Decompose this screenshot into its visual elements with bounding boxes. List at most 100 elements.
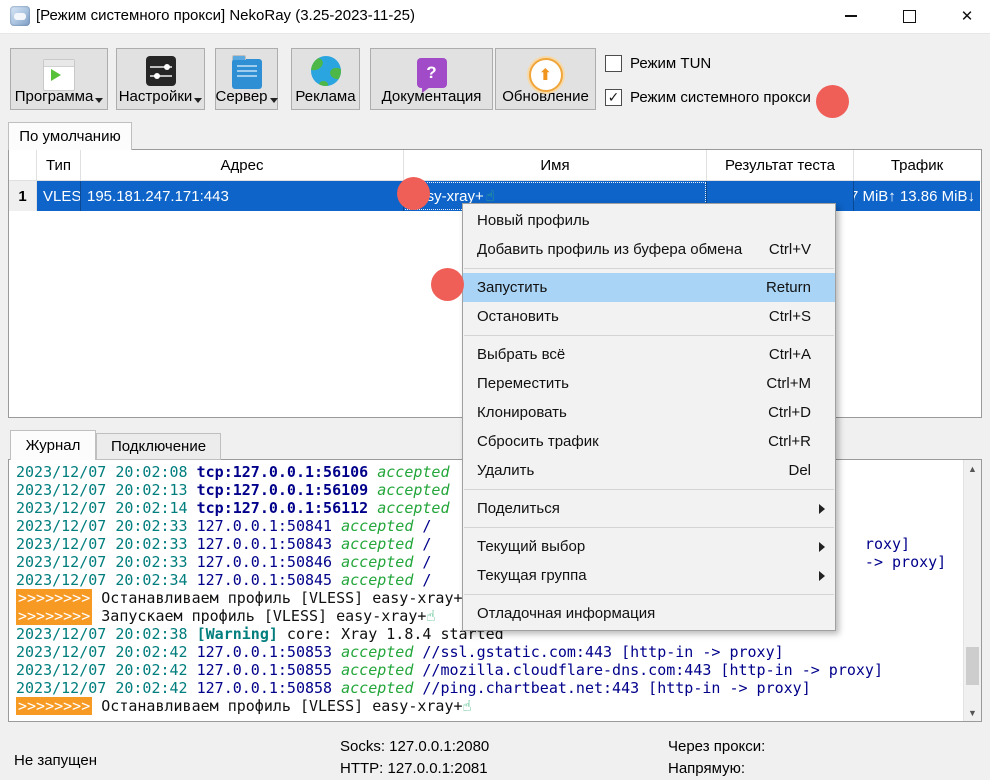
window-minimize-button[interactable] <box>828 0 874 32</box>
col-address[interactable]: Адрес <box>81 150 404 181</box>
log-segment-url: / <box>413 535 431 553</box>
menu-item[interactable]: Добавить профиль из буфера обменаCtrl+V <box>463 235 835 264</box>
help-bubble-icon: ? <box>417 58 447 88</box>
log-segment-addr: 127.0.0.1:50853 <box>197 643 342 661</box>
submenu-arrow-icon <box>819 542 825 552</box>
menu-item[interactable]: Текущая группа <box>463 561 835 590</box>
log-line: 2023/12/07 20:02:42 127.0.0.1:50858 acce… <box>16 679 961 697</box>
log-segment-txt: Запускаем профиль [VLESS] easy-xray+ <box>92 607 426 625</box>
menu-item-shortcut: Ctrl+A <box>769 346 821 363</box>
log-segment-ok: accepted <box>341 535 413 553</box>
col-type[interactable]: Тип <box>37 150 81 181</box>
menu-separator <box>464 268 834 269</box>
window-maximize-button[interactable] <box>886 0 932 32</box>
system-proxy-checkbox[interactable]: ✓ Режим системного прокси <box>605 89 811 106</box>
log-segment-addr: 127.0.0.1:50845 <box>197 571 342 589</box>
checkbox-unchecked-icon[interactable] <box>605 55 622 72</box>
row-address: 195.181.247.171:443 <box>81 181 404 211</box>
menu-item[interactable]: Отладочная информация <box>463 599 835 628</box>
log-segment-ok: accepted <box>341 571 413 589</box>
menu-item[interactable]: Текущий выбор <box>463 532 835 561</box>
tab-default-group[interactable]: По умолчанию <box>8 122 132 150</box>
log-segment-ok: accepted <box>377 499 449 517</box>
menu-item[interactable]: УдалитьDel <box>463 456 835 485</box>
status-http: HTTP: 127.0.0.1:2081 <box>340 760 488 777</box>
submenu-arrow-icon <box>819 504 825 514</box>
window-close-button[interactable]: ✕ <box>944 0 990 32</box>
menu-item-label: Остановить <box>477 308 559 325</box>
row-number: 1 <box>9 181 37 211</box>
log-segment-ok: accepted <box>341 661 413 679</box>
menu-item-label: Сбросить трафик <box>477 433 599 450</box>
log-segment-badge: >>>>>>>> <box>16 607 92 625</box>
submenu-arrow-icon <box>819 571 825 581</box>
log-segment-ok: accepted <box>341 553 413 571</box>
log-segment-url: / <box>413 517 431 535</box>
menu-item[interactable]: Сбросить трафикCtrl+R <box>463 427 835 456</box>
update-arrow-icon: ⬆ <box>529 58 563 92</box>
titlebar: [Режим системного прокси] NekoRay (3.25-… <box>0 0 990 34</box>
minimize-icon <box>845 15 857 17</box>
server-button[interactable]: Сервер <box>215 48 278 110</box>
scrollbar-thumb[interactable] <box>966 647 979 685</box>
menu-item[interactable]: Поделиться <box>463 494 835 523</box>
update-button[interactable]: ⬆ Обновление <box>495 48 596 110</box>
log-segment-ts: 2023/12/07 20:02:14 <box>16 499 197 517</box>
menu-separator <box>464 489 834 490</box>
scroll-down-icon[interactable]: ▼ <box>964 704 981 721</box>
tab-log[interactable]: Журнал <box>10 430 96 460</box>
menu-item-label: Выбрать всё <box>477 346 565 363</box>
checkbox-checked-icon[interactable]: ✓ <box>605 89 622 106</box>
settings-button[interactable]: Настройки <box>116 48 205 110</box>
menu-item[interactable]: КлонироватьCtrl+D <box>463 398 835 427</box>
log-segment-tcpb: tcp:127.0.0.1:56106 <box>197 463 378 481</box>
log-segment-ts: 2023/12/07 20:02:08 <box>16 463 197 481</box>
log-segment-warn: [Warning] <box>197 625 278 643</box>
menu-item-shortcut: Del <box>788 462 821 479</box>
log-segment-addr: 127.0.0.1:50855 <box>197 661 342 679</box>
maximize-icon <box>903 10 916 23</box>
window-title: [Режим системного прокси] NekoRay (3.25-… <box>36 7 415 24</box>
col-test-result[interactable]: Результат теста <box>707 150 854 181</box>
program-button[interactable]: Программа <box>10 48 108 110</box>
log-segment-addr: 127.0.0.1:50843 <box>197 535 342 553</box>
tun-mode-checkbox[interactable]: Режим TUN <box>605 55 711 72</box>
menu-item-label: Клонировать <box>477 404 567 421</box>
log-segment-url: //ssl.gstatic.com:443 [http-in -> proxy] <box>413 643 783 661</box>
log-segment-url: roxy] <box>865 535 910 553</box>
log-segment-ts: 2023/12/07 20:02:42 <box>16 661 197 679</box>
documentation-button[interactable]: ? Документация <box>370 48 493 110</box>
menu-item[interactable]: Новый профиль <box>463 206 835 235</box>
menu-item-label: Текущий выбор <box>477 538 585 555</box>
menu-item-label: Отладочная информация <box>477 605 655 622</box>
log-scrollbar[interactable]: ▲ ▼ <box>963 460 981 721</box>
menu-separator <box>464 594 834 595</box>
status-socks: Socks: 127.0.0.1:2080 <box>340 738 489 755</box>
status-state: Не запущен <box>14 752 97 769</box>
tab-connections[interactable]: Подключение <box>96 433 221 460</box>
menu-item[interactable]: ПереместитьCtrl+M <box>463 369 835 398</box>
settings-button-label: Настройки <box>119 88 193 105</box>
dropdown-arrow-icon <box>194 98 202 103</box>
log-segment-ok: accepted <box>341 679 413 697</box>
annotation-dot-system-proxy <box>816 85 849 118</box>
app-window-icon <box>43 59 75 91</box>
menu-item[interactable]: Выбрать всё Ctrl+A <box>463 340 835 369</box>
log-segment-ok: accepted <box>377 463 449 481</box>
menu-item[interactable]: ОстановитьCtrl+S <box>463 302 835 331</box>
menu-item-label: Поделиться <box>477 500 560 517</box>
menu-separator <box>464 527 834 528</box>
log-segment-tcpb: tcp:127.0.0.1:56112 <box>197 499 378 517</box>
menu-item[interactable]: ЗапуститьReturn <box>463 273 835 302</box>
menu-item-shortcut: Ctrl+V <box>769 241 821 258</box>
menu-item-label: Текущая группа <box>477 567 587 584</box>
col-rownum[interactable] <box>9 150 37 181</box>
col-name[interactable]: Имя <box>404 150 707 181</box>
scroll-up-icon[interactable]: ▲ <box>964 460 981 477</box>
context-menu: Новый профильДобавить профиль из буфера … <box>462 203 836 631</box>
annotation-dot-run-item <box>431 268 464 301</box>
app-icon <box>10 6 30 26</box>
ads-button[interactable]: Реклама <box>291 48 360 110</box>
col-traffic[interactable]: Трафик <box>854 150 980 181</box>
menu-separator <box>464 335 834 336</box>
